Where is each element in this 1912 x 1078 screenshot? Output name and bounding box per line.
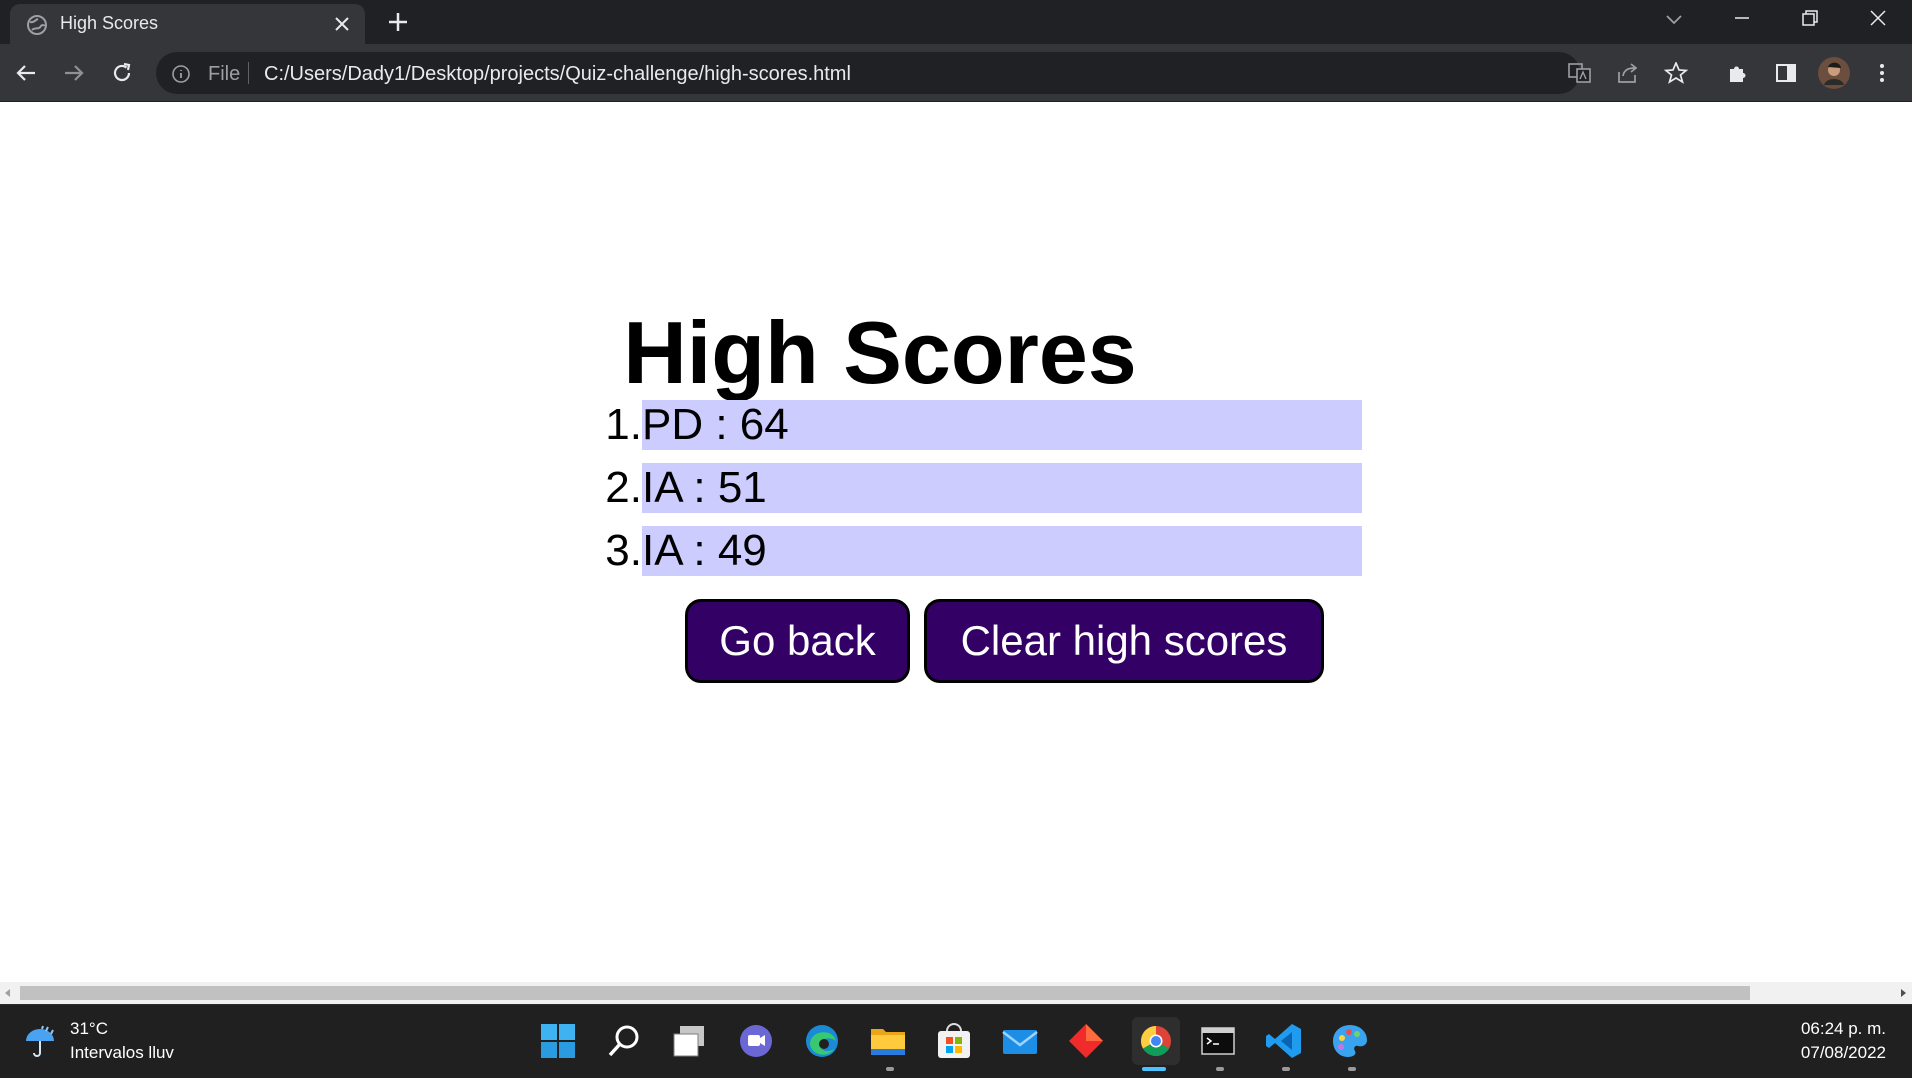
scroll-left-arrow-icon[interactable]	[3, 988, 13, 998]
list-item: 3. IA : 49	[590, 526, 1362, 589]
restore-icon[interactable]	[1800, 8, 1820, 28]
windows-taskbar: 31°C Intervalos lluv 06:24 p. m. 07/08/2…	[0, 1004, 1912, 1078]
bookmark-star-icon[interactable]	[1664, 62, 1688, 84]
git-app-icon[interactable]	[1066, 1021, 1106, 1061]
tab-title: High Scores	[60, 13, 159, 33]
score-entry: IA : 51	[642, 463, 1362, 513]
clock-date[interactable]: 07/08/2022	[1801, 1043, 1886, 1063]
score-rank: 1.	[605, 400, 642, 449]
search-icon[interactable]	[604, 1021, 644, 1061]
active-indicator	[1142, 1067, 1166, 1071]
mail-icon[interactable]	[1000, 1021, 1040, 1061]
tab-strip: High Scores	[0, 0, 1912, 44]
window-close-icon[interactable]	[1868, 8, 1888, 28]
page-title: High Scores	[623, 303, 1137, 402]
chat-icon[interactable]	[736, 1021, 776, 1061]
side-panel-icon[interactable]	[1774, 61, 1798, 85]
globe-icon	[26, 14, 48, 36]
tab-search-chevron-icon[interactable]	[1664, 12, 1684, 28]
umbrella-rain-icon[interactable]	[22, 1023, 58, 1059]
browser-toolbar: File C:/Users/Dady1/Desktop/projects/Qui…	[0, 44, 1912, 102]
clock-time[interactable]: 06:24 p. m.	[1801, 1019, 1886, 1039]
avatar[interactable]	[1818, 57, 1850, 89]
chrome-icon[interactable]	[1132, 1017, 1180, 1065]
minimize-icon[interactable]	[1732, 8, 1752, 28]
running-indicator	[886, 1067, 894, 1071]
store-icon[interactable]	[934, 1021, 974, 1061]
score-rank: 3.	[605, 526, 642, 575]
weather-temperature[interactable]: 31°C	[70, 1019, 108, 1039]
omnibox-divider	[248, 62, 249, 84]
scrollbar-thumb[interactable]	[20, 986, 1750, 1000]
extensions-puzzle-icon[interactable]	[1726, 61, 1750, 85]
back-arrow-icon[interactable]	[14, 61, 38, 85]
score-rank: 2.	[605, 463, 642, 512]
page-viewport: High Scores 1. PD : 64 2. IA : 51 3. IA …	[0, 102, 1912, 982]
url-scheme-label: File	[208, 63, 241, 85]
translate-icon[interactable]	[1568, 62, 1592, 84]
address-bar[interactable]: File C:/Users/Dady1/Desktop/projects/Qui…	[156, 52, 1688, 94]
score-entry: IA : 49	[642, 526, 1362, 576]
high-score-list: 1. PD : 64 2. IA : 51 3. IA : 49	[590, 400, 1362, 589]
info-icon[interactable]	[171, 64, 191, 84]
paint-icon[interactable]	[1330, 1021, 1370, 1061]
file-explorer-icon[interactable]	[868, 1021, 908, 1061]
running-indicator	[1282, 1067, 1290, 1071]
horizontal-scrollbar[interactable]	[0, 982, 1912, 1004]
tab-high-scores[interactable]: High Scores	[10, 4, 365, 44]
running-indicator	[1348, 1067, 1356, 1071]
clear-high-scores-button[interactable]: Clear high scores	[924, 599, 1324, 683]
more-menu-icon[interactable]	[1870, 61, 1894, 85]
reload-icon[interactable]	[110, 61, 134, 85]
url-text[interactable]: C:/Users/Dady1/Desktop/projects/Quiz-cha…	[264, 63, 851, 86]
task-view-icon[interactable]	[670, 1021, 710, 1061]
score-entry: PD : 64	[642, 400, 1362, 450]
scroll-right-arrow-icon[interactable]	[1898, 988, 1908, 998]
vscode-icon[interactable]	[1264, 1021, 1304, 1061]
running-indicator	[1216, 1067, 1224, 1071]
share-icon[interactable]	[1616, 62, 1640, 84]
go-back-button[interactable]: Go back	[685, 599, 910, 683]
new-tab-plus-icon[interactable]	[386, 10, 410, 34]
close-icon[interactable]	[333, 15, 351, 33]
weather-description[interactable]: Intervalos lluv	[70, 1043, 174, 1063]
list-item: 1. PD : 64	[590, 400, 1362, 463]
forward-arrow-icon[interactable]	[62, 61, 86, 85]
start-icon[interactable]	[538, 1021, 578, 1061]
terminal-icon[interactable]	[1198, 1021, 1238, 1061]
edge-icon[interactable]	[802, 1021, 842, 1061]
list-item: 2. IA : 51	[590, 463, 1362, 526]
